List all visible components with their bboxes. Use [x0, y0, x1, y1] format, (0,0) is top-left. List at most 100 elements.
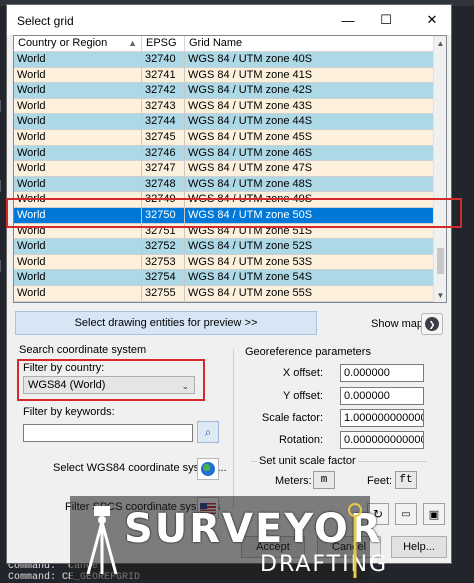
cell-country: World	[14, 129, 142, 145]
select-entities-preview-button[interactable]: Select drawing entities for preview >>	[15, 311, 317, 335]
cell-country: World	[14, 145, 142, 161]
search-icon: ⌕	[204, 424, 212, 439]
refresh-button[interactable]: ↻	[367, 503, 389, 525]
close-button[interactable]: ✕	[417, 5, 447, 35]
title-bar[interactable]: Select grid — ☐ ✕	[7, 5, 451, 35]
cell-epsg: 32743	[142, 98, 185, 114]
cell-country: World	[14, 239, 142, 254]
grid-rows: World 32740 WGS 84 / UTM zone 40S World 3274…	[14, 52, 434, 302]
georef-group-title: Georeference parameters	[245, 346, 371, 358]
cell-epsg: 32748	[142, 176, 185, 192]
dialog-title: Select grid	[17, 14, 74, 28]
cell-country: World	[14, 254, 142, 270]
show-map-button[interactable]: ❯	[421, 313, 443, 335]
feet-label: Feet:	[367, 475, 393, 487]
scroll-up-icon[interactable]: ▲	[434, 36, 446, 50]
x-offset-input[interactable]	[340, 364, 424, 382]
table-row[interactable]: World 32741 WGS 84 / UTM zone 41S	[14, 67, 434, 84]
save-button[interactable]: ▣	[423, 503, 445, 525]
keywords-input[interactable]	[23, 424, 193, 442]
maximize-button[interactable]: ☐	[371, 5, 401, 35]
cell-country: World	[14, 83, 142, 98]
select-wgs84-button[interactable]	[197, 458, 219, 480]
cell-grid-name: WGS 84 / UTM zone 53S	[188, 255, 313, 268]
open-folder-icon: ▭	[401, 508, 411, 520]
rotation-input[interactable]	[340, 431, 424, 449]
cell-grid-name: WGS 84 / UTM zone 46S	[188, 146, 313, 159]
table-row[interactable]: World 32740 WGS 84 / UTM zone 40S	[14, 52, 434, 68]
table-row[interactable]: World 32747 WGS 84 / UTM zone 47S	[14, 161, 434, 177]
cell-country: World	[14, 285, 142, 301]
cell-epsg: 32740	[142, 52, 185, 67]
selected-row-highlight	[6, 198, 462, 228]
scale-factor-label: Scale factor:	[261, 412, 323, 424]
scroll-down-icon[interactable]: ▼	[434, 288, 446, 302]
cell-epsg: 32754	[142, 270, 185, 285]
cell-country: World	[14, 270, 142, 285]
cell-epsg: 32744	[142, 114, 185, 129]
minimize-button[interactable]: —	[333, 5, 363, 35]
y-offset-label: Y offset:	[283, 390, 323, 402]
cell-epsg: 32747	[142, 161, 185, 176]
grid-header: Country or Region ▲ EPSG Grid Name	[14, 36, 434, 52]
meters-button[interactable]: m	[313, 471, 335, 489]
table-row[interactable]: World 32742 WGS 84 / UTM zone 42S	[14, 83, 434, 99]
cell-grid-name: WGS 84 / UTM zone 40S	[188, 53, 313, 65]
cell-epsg: 32755	[142, 285, 185, 301]
column-header-grid-name[interactable]: Grid Name	[185, 36, 434, 52]
table-row[interactable]: World 32752 WGS 84 / UTM zone 52S	[14, 239, 434, 255]
sort-asc-icon: ▲	[128, 38, 137, 48]
x-offset-label: X offset:	[282, 367, 323, 379]
scale-factor-input[interactable]	[340, 409, 424, 427]
us-flag-icon	[200, 502, 216, 514]
cell-country: World	[14, 176, 142, 192]
cell-grid-name: WGS 84 / UTM zone 54S	[188, 271, 313, 284]
cell-epsg: 32741	[142, 67, 185, 83]
filter-country-highlight	[17, 359, 205, 401]
table-row[interactable]: World 32746 WGS 84 / UTM zone 46S	[14, 145, 434, 162]
cell-grid-name: WGS 84 / UTM zone 42S	[188, 84, 313, 97]
cell-grid-name: WGS 84 / UTM zone 52S	[188, 240, 313, 253]
cancel-button[interactable]: Cancel	[317, 536, 381, 558]
rotation-label: Rotation:	[278, 434, 323, 446]
cell-country: World	[14, 98, 142, 114]
grid-table[interactable]: Country or Region ▲ EPSG Grid Name World…	[13, 35, 447, 303]
vertical-scrollbar[interactable]: ▲ ▼	[433, 36, 446, 302]
cell-epsg: 32753	[142, 254, 185, 270]
refresh-icon: ↻	[372, 507, 384, 521]
cell-epsg: 32746	[142, 145, 185, 161]
cell-epsg: 32745	[142, 129, 185, 145]
cell-grid-name: WGS 84 / UTM zone 43S	[188, 99, 313, 112]
table-row[interactable]: World 32754 WGS 84 / UTM zone 54S	[14, 270, 434, 286]
cell-grid-name: WGS 84 / UTM zone 44S	[188, 115, 313, 128]
cell-epsg: 32742	[142, 83, 185, 98]
cell-country: World	[14, 52, 142, 67]
accept-button[interactable]: Accept	[241, 536, 305, 558]
column-header-country[interactable]: Country or Region ▲	[14, 36, 142, 52]
cell-country: World	[14, 161, 142, 176]
command-line-2: Command: CE_GEOREFGRID	[8, 572, 141, 583]
cell-epsg: 32752	[142, 239, 185, 254]
table-row[interactable]: World 32748 WGS 84 / UTM zone 48S	[14, 176, 434, 193]
table-row[interactable]: World 32753 WGS 84 / UTM zone 53S	[14, 254, 434, 271]
filter-spcs-button[interactable]	[197, 497, 219, 519]
feet-button[interactable]: ft	[395, 471, 417, 489]
column-header-epsg[interactable]: EPSG	[142, 36, 185, 52]
globe-icon	[201, 462, 215, 476]
arrow-right-icon: ❯	[425, 317, 439, 331]
cell-grid-name: WGS 84 / UTM zone 47S	[188, 162, 313, 175]
save-icon: ▣	[428, 508, 440, 521]
table-row[interactable]: World 32745 WGS 84 / UTM zone 45S	[14, 129, 434, 146]
cell-grid-name: WGS 84 / UTM zone 41S	[188, 68, 313, 81]
open-button[interactable]: ▭	[395, 503, 417, 525]
show-map-label: Show map	[371, 318, 423, 330]
table-row[interactable]: World 32744 WGS 84 / UTM zone 44S	[14, 114, 434, 130]
search-button[interactable]: ⌕	[197, 421, 219, 443]
help-button[interactable]: Help...	[391, 536, 447, 558]
table-row[interactable]: World 32743 WGS 84 / UTM zone 43S	[14, 98, 434, 115]
table-row[interactable]: World 32755 WGS 84 / UTM zone 55S	[14, 285, 434, 302]
filter-keywords-label: Filter by keywords:	[23, 406, 115, 418]
cell-country: World	[14, 114, 142, 129]
scroll-thumb[interactable]	[437, 248, 444, 274]
y-offset-input[interactable]	[340, 387, 424, 405]
